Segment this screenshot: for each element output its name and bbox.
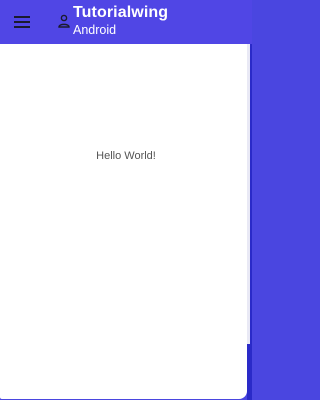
app-bar-titles: Tutorialwing Android: [73, 5, 168, 37]
menu-button[interactable]: [8, 8, 36, 36]
app-subtitle: Android: [73, 23, 117, 37]
main-content: [0, 44, 247, 399]
hello-message: Hello World!: [96, 150, 156, 162]
hamburger-menu-icon: [14, 16, 30, 28]
screen-edge-highlight: [247, 44, 250, 344]
screen-edge: [247, 44, 252, 400]
person-icon: [58, 14, 70, 28]
app-title: Tutorialwing: [73, 4, 169, 21]
app-screen: Tutorialwing Android Hello World!: [0, 0, 252, 400]
app-bar: Tutorialwing Android: [0, 0, 252, 44]
